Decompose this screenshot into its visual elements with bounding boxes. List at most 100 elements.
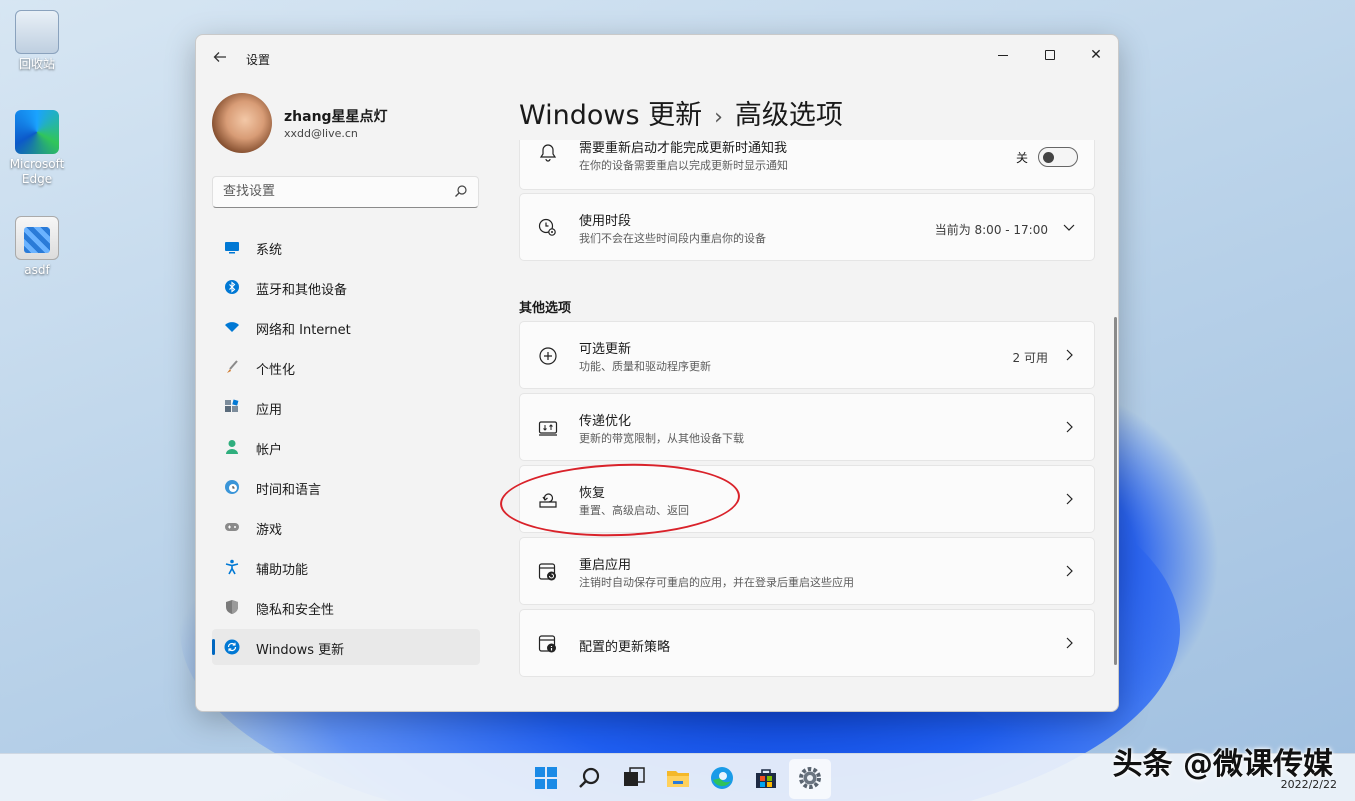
chevron-right-icon (1066, 637, 1073, 649)
sidebar-item-apps[interactable]: 应用 (212, 389, 480, 425)
profile-name: zhang星星点灯 (284, 109, 388, 125)
watermark-text: 头条 @微课传媒 (1112, 747, 1333, 782)
clock-gear-icon (538, 218, 556, 236)
start-icon[interactable] (532, 764, 560, 792)
store-icon[interactable] (752, 764, 780, 792)
card-subtitle: 注销时自动保存可重启的应用，并在登录后重启这些应用 (579, 576, 854, 589)
back-button[interactable] (208, 47, 232, 71)
card-subtitle: 重置、高级启动、返回 (579, 504, 689, 517)
sidebar-item-time-language[interactable]: 时间和语言 (212, 469, 480, 505)
card-title: 需要重新启动才能完成更新时通知我 (579, 141, 788, 156)
desktop-icon-edge[interactable]: Microsoft Edge (2, 110, 72, 187)
edge-icon[interactable] (708, 764, 736, 792)
chevron-down-icon[interactable] (1062, 220, 1076, 234)
sidebar-item-bluetooth[interactable]: 蓝牙和其他设备 (212, 269, 480, 305)
gamepad-icon (225, 523, 239, 531)
globe-clock-icon (225, 480, 239, 494)
sidebar-item-label: 时间和语言 (256, 483, 322, 498)
sidebar-item-label: 蓝牙和其他设备 (256, 283, 348, 298)
search-icon[interactable] (576, 764, 604, 792)
close-button[interactable]: ✕ (1073, 41, 1118, 69)
card-subtitle: 我们不会在这些时间段内重启你的设备 (579, 232, 766, 245)
sidebar-item-label: 个性化 (256, 363, 296, 378)
desktop-icon-label: 回收站 (18, 57, 55, 71)
sidebar-item-label: 游戏 (256, 523, 283, 538)
sidebar-item-windows-update[interactable]: Windows 更新 (212, 629, 480, 665)
card-subtitle: 功能、质量和驱动程序更新 (579, 360, 711, 373)
registry-file-icon (15, 216, 59, 260)
active-hours-value: 当前为 8:00 - 17:00 (934, 223, 1048, 237)
policy-icon (538, 635, 556, 653)
card-subtitle: 更新的带宽限制，从其他设备下载 (579, 432, 744, 445)
chevron-right-icon (1066, 349, 1073, 361)
file-explorer-icon[interactable] (664, 764, 692, 792)
setting-card-active-hours[interactable]: 使用时段 我们不会在这些时间段内重启你的设备 当前为 8:00 - 17:00 (519, 193, 1095, 261)
search-icon[interactable] (454, 184, 468, 198)
section-label-other-options: 其他选项 (519, 301, 572, 316)
setting-card-recovery[interactable]: 恢复 重置、高级启动、返回 (519, 465, 1095, 533)
minimize-icon (998, 54, 1008, 56)
chevron-right-icon (1066, 565, 1073, 577)
sidebar-item-label: 网络和 Internet (256, 323, 351, 338)
recovery-icon (539, 493, 557, 508)
person-icon (226, 440, 238, 454)
wifi-icon (225, 322, 239, 332)
notify-restart-toggle[interactable] (1038, 147, 1078, 167)
setting-card-delivery-optimization[interactable]: 传递优化 更新的带宽限制，从其他设备下载 (519, 393, 1095, 461)
breadcrumb-parent[interactable]: Windows 更新 (519, 100, 702, 131)
restart-apps-icon (538, 563, 556, 581)
setting-card-update-policies[interactable]: 配置的更新策略 (519, 609, 1095, 677)
desktop-icon-asdf[interactable]: asdf (2, 216, 72, 278)
update-icon (224, 639, 240, 655)
edge-icon (15, 110, 59, 154)
sidebar-item-label: 辅助功能 (256, 563, 309, 578)
window-title: 设置 (246, 53, 271, 67)
setting-card-notify-restart[interactable]: 需要重新启动才能完成更新时通知我 在你的设备需要重启以完成更新时显示通知 关 (519, 140, 1095, 190)
breadcrumb: Windows 更新 › 高级选项 (519, 93, 843, 132)
sidebar-item-label: 系统 (256, 243, 283, 258)
page-title: 高级选项 (734, 100, 843, 131)
sidebar-item-label: 应用 (256, 403, 283, 418)
task-view-icon[interactable] (620, 764, 648, 792)
close-icon: ✕ (1090, 47, 1102, 63)
profile-email: xxdd@live.cn (284, 127, 358, 140)
setting-card-optional-updates[interactable]: 可选更新 功能、质量和驱动程序更新 2 可用 (519, 321, 1095, 389)
sidebar-item-label: Windows 更新 (256, 643, 345, 658)
sidebar-item-personalization[interactable]: 个性化 (212, 349, 480, 385)
sidebar-item-network[interactable]: 网络和 Internet (212, 309, 480, 345)
desktop-icon-label: asdf (24, 263, 50, 277)
content-scrollbar[interactable] (1114, 317, 1117, 665)
maximize-button[interactable] (1027, 41, 1073, 69)
sidebar-item-privacy[interactable]: 隐私和安全性 (212, 589, 480, 625)
card-title: 恢复 (579, 486, 606, 501)
sidebar-item-system[interactable]: 系统 (212, 229, 480, 265)
monitor-icon (225, 242, 239, 254)
card-subtitle: 在你的设备需要重启以完成更新时显示通知 (579, 159, 788, 172)
brush-icon (227, 360, 238, 373)
bell-icon (539, 144, 557, 162)
desktop-icon-label: Microsoft Edge (9, 157, 65, 186)
chevron-right-icon (1066, 493, 1073, 505)
desktop-icon-recycle-bin[interactable]: 回收站 (2, 10, 72, 72)
search-box[interactable] (212, 176, 479, 208)
setting-card-restart-apps[interactable]: 重启应用 注销时自动保存可重启的应用，并在登录后重启这些应用 (519, 537, 1095, 605)
arrow-left-icon (213, 52, 226, 62)
plus-circle-icon (539, 347, 557, 365)
delivery-icon (538, 421, 558, 436)
recycle-bin-icon (15, 10, 59, 54)
bluetooth-icon (225, 280, 239, 294)
avatar (212, 93, 272, 153)
sidebar-item-accessibility[interactable]: 辅助功能 (212, 549, 480, 585)
shield-icon (226, 600, 238, 614)
card-title: 可选更新 (579, 342, 632, 357)
minimize-button[interactable] (980, 41, 1026, 69)
sidebar-item-label: 帐户 (256, 443, 283, 458)
search-input[interactable] (223, 184, 443, 199)
sidebar-item-accounts[interactable]: 帐户 (212, 429, 480, 465)
sidebar-item-gaming[interactable]: 游戏 (212, 509, 480, 545)
apps-icon (225, 399, 239, 412)
accessibility-icon (225, 559, 239, 575)
toggle-state-label: 关 (1015, 151, 1028, 165)
settings-window: 设置 ✕ zhang星星点灯 xxdd@live.cn 系统 蓝牙和其他设备 网… (195, 34, 1119, 712)
settings-gear-icon[interactable] (796, 764, 824, 792)
